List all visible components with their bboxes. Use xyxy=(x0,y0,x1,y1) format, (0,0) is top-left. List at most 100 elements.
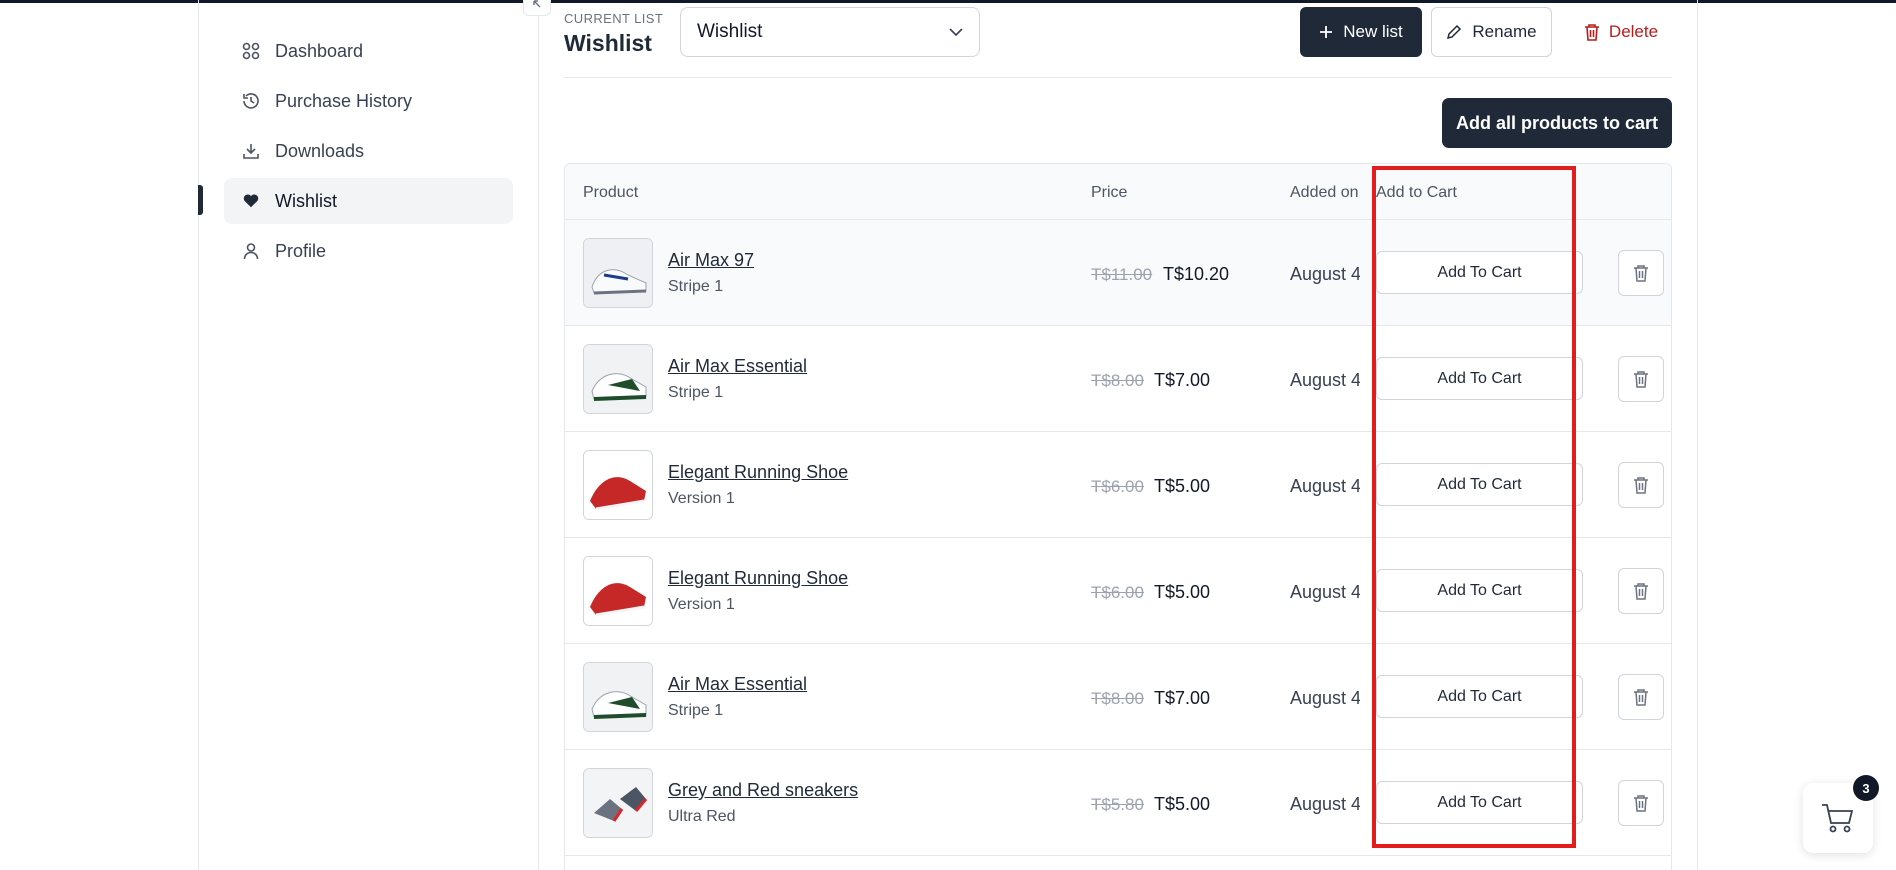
add-to-cart-button[interactable]: Add To Cart xyxy=(1376,357,1583,400)
table-row: Grey and Red sneakers Ultra Red T$5.80 T… xyxy=(565,750,1671,856)
added-date: August 4 xyxy=(1290,688,1360,708)
heart-icon xyxy=(241,191,261,211)
cart-icon xyxy=(1822,804,1854,833)
original-price: T$11.00 xyxy=(1091,265,1153,284)
sale-price: T$7.00 xyxy=(1154,370,1211,390)
list-select-value: Wishlist xyxy=(697,21,763,42)
sale-price: T$5.00 xyxy=(1154,582,1211,602)
sidebar-item-dashboard[interactable]: Dashboard xyxy=(224,28,513,74)
column-header-price: Price xyxy=(1091,184,1128,201)
cart-button[interactable]: 3 xyxy=(1803,775,1879,853)
arrow-up-left-icon xyxy=(533,0,541,8)
divider xyxy=(538,0,539,870)
product-name-link[interactable]: Air Max 97 xyxy=(668,250,754,271)
new-list-button[interactable]: New list xyxy=(1300,7,1422,57)
sidebar-item-label: Purchase History xyxy=(275,90,413,111)
sidebar-item-label: Downloads xyxy=(275,140,365,161)
divider xyxy=(1697,0,1698,870)
remove-item-button[interactable] xyxy=(1618,674,1664,720)
new-list-label: New list xyxy=(1343,22,1403,41)
table-header: Product Price Added on Add to Cart xyxy=(565,164,1671,220)
original-price: T$6.00 xyxy=(1091,583,1144,602)
added-date: August 4 xyxy=(1290,476,1360,496)
plus-icon xyxy=(1320,26,1333,38)
add-to-cart-button[interactable]: Add To Cart xyxy=(1376,251,1583,294)
list-select[interactable]: Wishlist xyxy=(680,7,980,57)
table-row: Air Max Essential Stripe 1 T$8.00 T$7.00… xyxy=(565,326,1671,432)
sidebar-item-label: Dashboard xyxy=(275,40,364,61)
product-variant: Stripe 1 xyxy=(668,384,724,401)
current-list-label: CURRENT LIST xyxy=(564,11,664,26)
header-divider xyxy=(564,77,1672,78)
product-name-link[interactable]: Air Max Essential xyxy=(668,674,807,695)
user-icon xyxy=(241,241,261,261)
add-to-cart-button[interactable]: Add To Cart xyxy=(1376,463,1583,506)
add-to-cart-button[interactable]: Add To Cart xyxy=(1376,569,1583,612)
remove-item-button[interactable] xyxy=(1618,356,1664,402)
trash-icon xyxy=(1584,24,1599,41)
chevron-down-icon xyxy=(949,27,963,36)
table-row: Air Max Essential Stripe 1 T$8.00 T$7.00… xyxy=(565,644,1671,750)
original-price: T$5.80 xyxy=(1091,795,1144,814)
added-date: August 4 xyxy=(1290,582,1360,602)
trash-icon xyxy=(1634,583,1648,600)
sale-price: T$5.00 xyxy=(1154,794,1211,814)
sale-price: T$5.00 xyxy=(1154,476,1211,496)
remove-item-button[interactable] xyxy=(1618,780,1664,826)
download-icon xyxy=(241,141,261,161)
original-price: T$8.00 xyxy=(1091,689,1144,708)
table-row: Elegant Running Shoe Version 1 T$6.00 T$… xyxy=(565,432,1671,538)
trash-icon xyxy=(1634,265,1648,282)
product-name-link[interactable]: Elegant Running Shoe xyxy=(668,462,848,483)
sidebar-item-label: Wishlist xyxy=(275,190,337,211)
original-price: T$6.00 xyxy=(1091,477,1144,496)
column-header-added: Added on xyxy=(1290,184,1359,201)
product-image[interactable] xyxy=(583,556,653,626)
remove-item-button[interactable] xyxy=(1618,568,1664,614)
product-variant: Stripe 1 xyxy=(668,702,724,719)
product-name-link[interactable]: Elegant Running Shoe xyxy=(668,568,848,589)
remove-item-button[interactable] xyxy=(1618,250,1664,296)
trash-icon xyxy=(1634,371,1648,388)
page-title: Wishlist xyxy=(564,30,652,56)
added-date: August 4 xyxy=(1290,794,1360,814)
delete-list-button[interactable]: Delete xyxy=(1566,7,1676,57)
product-variant: Version 1 xyxy=(668,596,735,613)
grid-icon xyxy=(241,41,261,61)
column-header-product: Product xyxy=(583,184,639,201)
add-to-cart-button[interactable]: Add To Cart xyxy=(1376,781,1583,824)
sidebar-item-purchase-history[interactable]: Purchase History xyxy=(224,78,513,124)
collapse-sidebar-button[interactable] xyxy=(523,0,551,16)
sale-price: T$10.20 xyxy=(1163,264,1230,284)
sidebar-item-wishlist[interactable]: Wishlist xyxy=(198,178,513,224)
table-row: Elegant Running Shoe Version 1 T$6.00 T$… xyxy=(565,538,1671,644)
pencil-icon xyxy=(1447,24,1462,40)
added-date: August 4 xyxy=(1290,370,1360,390)
sidebar-nav: Dashboard Purchase History Downloads Wis… xyxy=(198,28,513,278)
product-image[interactable] xyxy=(583,450,653,520)
rename-label: Rename xyxy=(1472,22,1537,41)
product-image[interactable] xyxy=(583,238,653,308)
product-variant: Ultra Red xyxy=(668,808,736,825)
product-name-link[interactable]: Grey and Red sneakers xyxy=(668,780,858,801)
table-row: Air Max 97 Stripe 1 T$11.00 T$10.20 Augu… xyxy=(565,220,1671,326)
add-all-to-cart-button[interactable]: Add all products to cart xyxy=(1442,98,1672,148)
sidebar-item-profile[interactable]: Profile xyxy=(224,228,513,274)
active-indicator xyxy=(198,185,203,215)
product-image[interactable] xyxy=(583,662,653,732)
product-image[interactable] xyxy=(583,768,653,838)
delete-label: Delete xyxy=(1608,22,1659,41)
history-icon xyxy=(241,91,261,111)
remove-item-button[interactable] xyxy=(1618,462,1664,508)
divider xyxy=(198,0,199,870)
add-to-cart-button[interactable]: Add To Cart xyxy=(1376,675,1583,718)
top-border xyxy=(0,0,1896,3)
product-name-link[interactable]: Air Max Essential xyxy=(668,356,807,377)
added-date: August 4 xyxy=(1290,264,1360,284)
product-image[interactable] xyxy=(583,344,653,414)
rename-button[interactable]: Rename xyxy=(1431,7,1552,57)
trash-icon xyxy=(1634,477,1648,494)
sidebar-item-downloads[interactable]: Downloads xyxy=(224,128,513,174)
product-variant: Version 1 xyxy=(668,490,735,507)
wishlist-table: Product Price Added on Add to Cart Air M… xyxy=(564,163,1672,870)
